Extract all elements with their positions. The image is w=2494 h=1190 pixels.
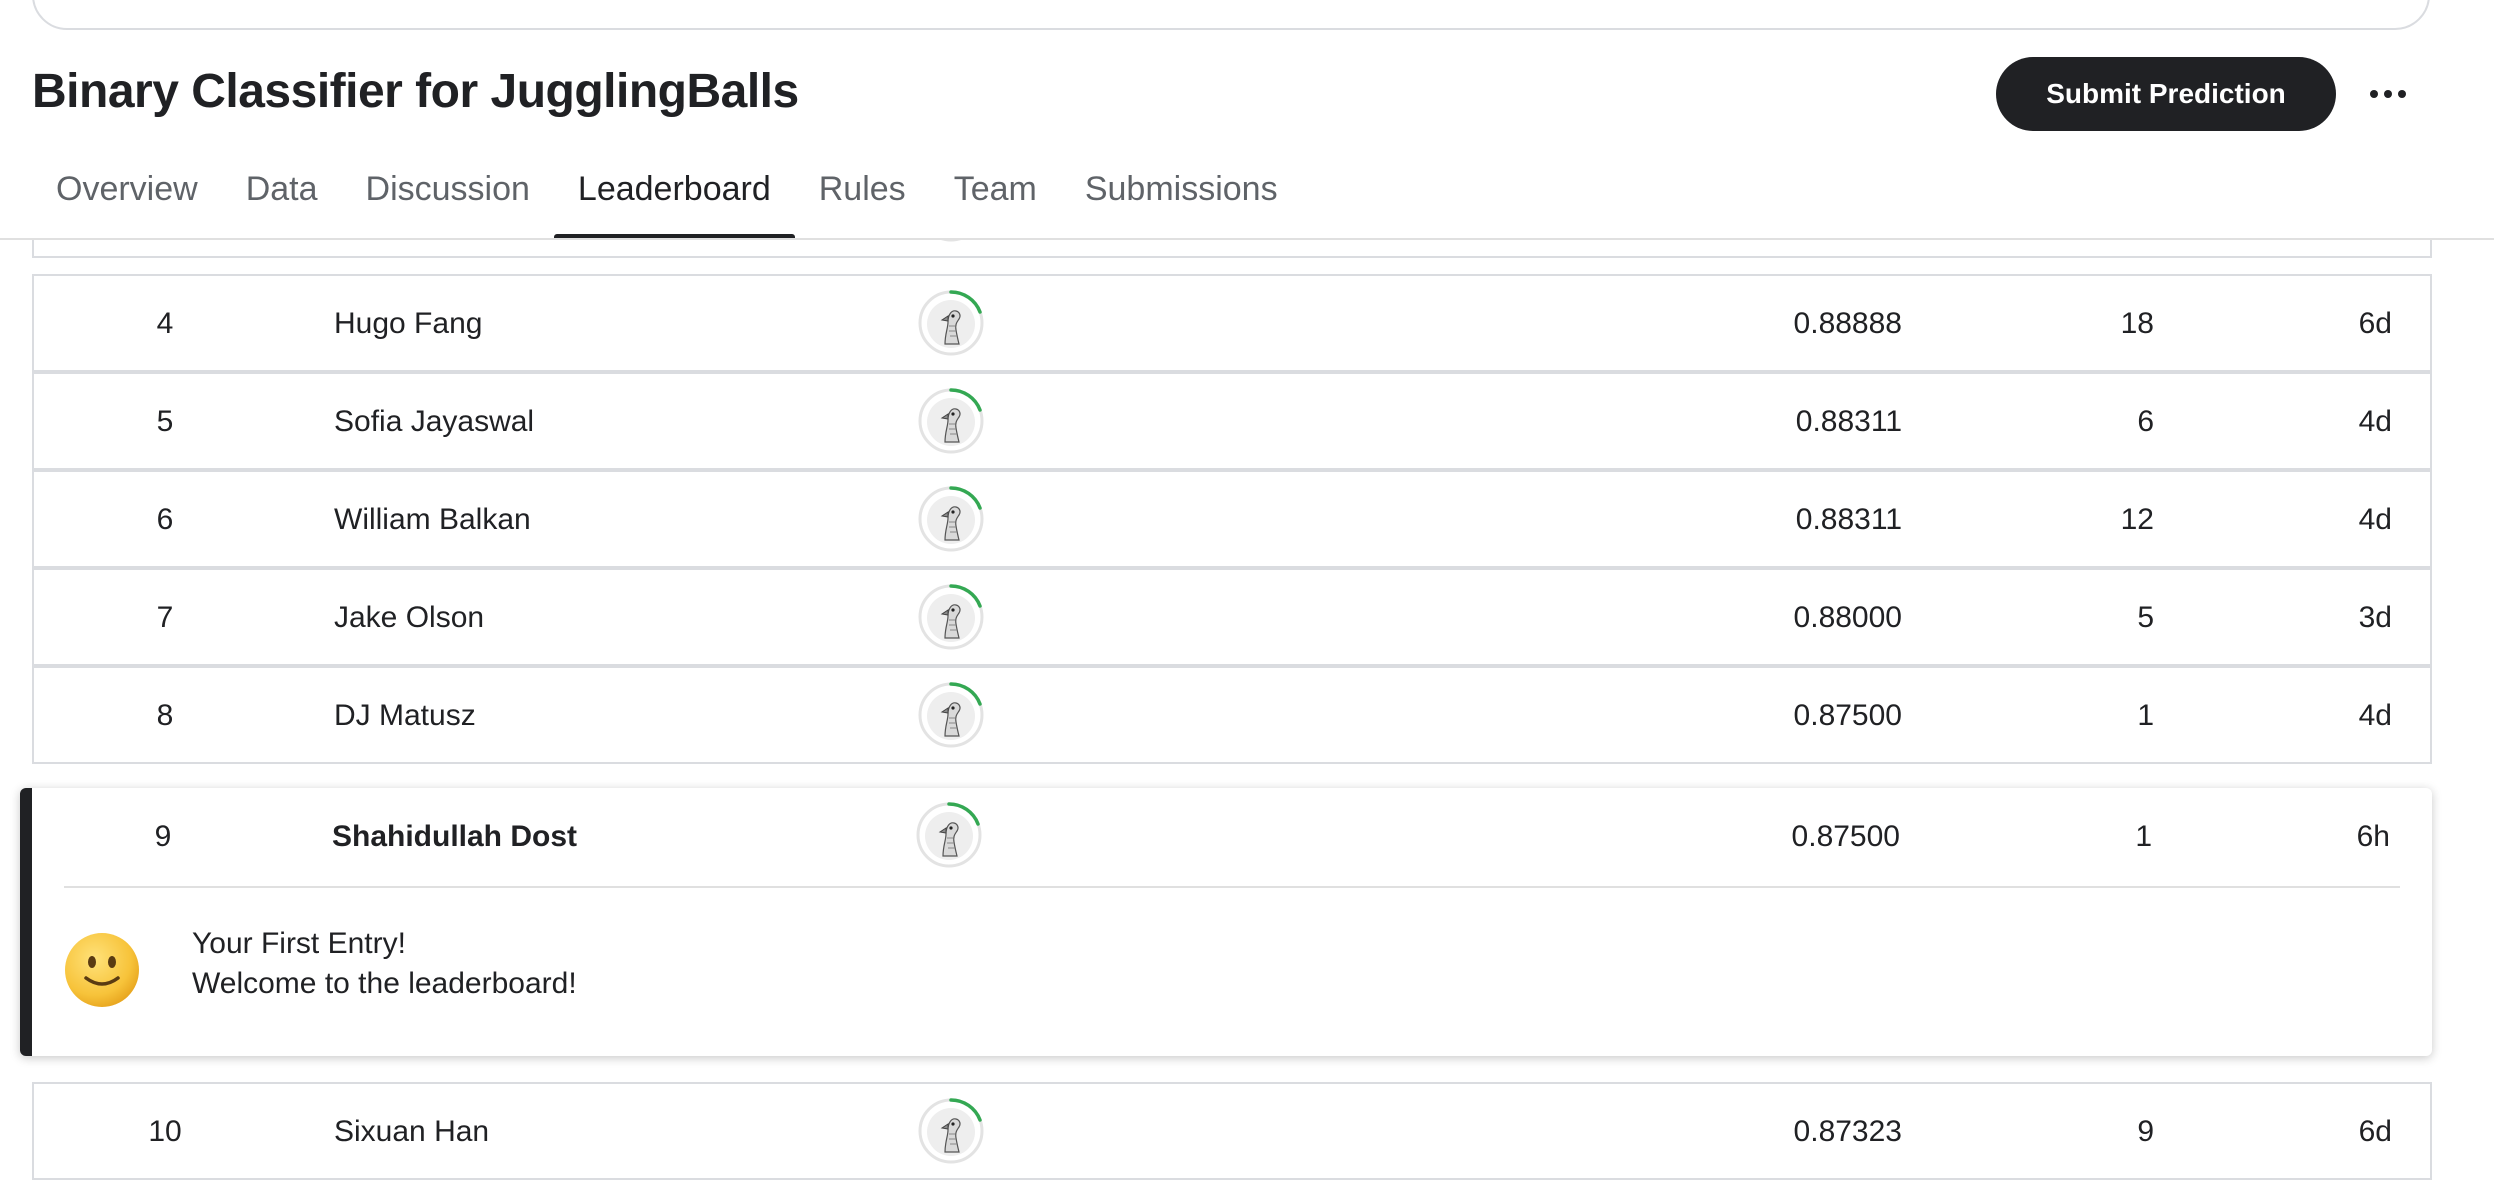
- my-entry-card: 9 Shahidullah Dost 0.87500 1 6h Your Fir…: [20, 788, 2432, 1056]
- table-row[interactable]: 6 William Balkan 0.88311 12 4d: [32, 470, 2432, 568]
- team-name-cell[interactable]: Hugo Fang: [334, 276, 482, 372]
- team-name-cell[interactable]: William Balkan: [334, 472, 531, 568]
- default-goose-avatar-icon: [918, 290, 984, 356]
- search-bar[interactable]: [32, 0, 2430, 30]
- rank-cell: 6: [156, 503, 174, 536]
- tab-discussion[interactable]: Discussion: [342, 160, 554, 240]
- welcome-title: Your First Entry!: [192, 927, 406, 960]
- team-name-cell[interactable]: Shahidullah Dost: [332, 788, 577, 886]
- page-header: Binary Classifier for JugglingBalls Subm…: [0, 0, 2494, 240]
- avatar[interactable]: [918, 1098, 986, 1166]
- page-title: Binary Classifier for JugglingBalls: [32, 65, 799, 118]
- rank-cell: 10: [148, 1115, 182, 1148]
- table-row[interactable]: 10 Sixuan Han 0.87323 9 6d: [32, 1082, 2432, 1180]
- table-row[interactable]: 5 Sofia Jayaswal 0.88311 6 4d: [32, 372, 2432, 470]
- more-options-icon[interactable]: [2360, 66, 2416, 122]
- entries-cell: 12: [2120, 503, 2154, 536]
- last-submission-cell: 6h: [2356, 820, 2390, 853]
- score-cell: 0.87500: [1791, 820, 1900, 853]
- rank-cell: 5: [156, 405, 174, 438]
- default-goose-avatar-icon: [918, 584, 984, 650]
- tab-data[interactable]: Data: [222, 160, 342, 240]
- entries-cell: 5: [2137, 601, 2154, 634]
- last-submission-cell: 4d: [2358, 699, 2392, 732]
- team-name-cell[interactable]: Jake Olson: [334, 570, 484, 666]
- tab-rules[interactable]: Rules: [795, 160, 930, 240]
- score-cell: 0.88000: [1793, 601, 1902, 634]
- avatar[interactable]: [918, 682, 986, 750]
- rank-cell: 9: [154, 820, 172, 853]
- entries-cell: 18: [2120, 307, 2154, 340]
- team-name-cell[interactable]: DJ Matusz: [334, 668, 476, 764]
- avatar[interactable]: [918, 388, 986, 456]
- avatar[interactable]: [918, 290, 986, 358]
- last-submission-cell: 4d: [2358, 405, 2392, 438]
- avatar[interactable]: [918, 584, 986, 652]
- tab-bar: Overview Data Discussion Leaderboard Rul…: [32, 160, 1302, 240]
- avatar[interactable]: [916, 802, 984, 870]
- last-submission-cell: 3d: [2358, 601, 2392, 634]
- tab-overview[interactable]: Overview: [32, 160, 222, 240]
- last-submission-cell: 4d: [2358, 503, 2392, 536]
- entries-cell: 1: [2137, 699, 2154, 732]
- my-entry-row[interactable]: 9 Shahidullah Dost 0.87500 1 6h: [32, 788, 2432, 886]
- divider: [64, 886, 2400, 888]
- last-submission-cell: 6d: [2358, 307, 2392, 340]
- score-cell: 0.88311: [1795, 405, 1902, 438]
- rank-cell: 7: [156, 601, 174, 634]
- score-cell: 0.88311: [1795, 503, 1902, 536]
- tab-team[interactable]: Team: [930, 160, 1061, 240]
- default-goose-avatar-icon: [918, 388, 984, 454]
- default-goose-avatar-icon: [918, 1098, 984, 1164]
- table-row[interactable]: 7 Jake Olson 0.88000 5 3d: [32, 568, 2432, 666]
- team-name-cell[interactable]: Sixuan Han: [334, 1084, 489, 1180]
- rank-cell: 8: [156, 699, 174, 732]
- score-cell: 0.88888: [1793, 307, 1902, 340]
- tab-leaderboard[interactable]: Leaderboard: [553, 160, 795, 240]
- score-cell: 0.87323: [1793, 1115, 1902, 1148]
- team-name-cell[interactable]: Sofia Jayaswal: [334, 374, 534, 470]
- score-cell: 0.87500: [1793, 699, 1902, 732]
- entries-cell: 9: [2137, 1115, 2154, 1148]
- smiley-face-icon: [64, 932, 140, 1008]
- default-goose-avatar-icon: [918, 486, 984, 552]
- welcome-message: Your First Entry! Welcome to the leaderb…: [192, 924, 577, 1004]
- table-row[interactable]: 4 Hugo Fang 0.88888 18 6d: [32, 274, 2432, 372]
- avatar[interactable]: [918, 486, 986, 554]
- entries-cell: 6: [2137, 405, 2154, 438]
- last-submission-cell: 6d: [2358, 1115, 2392, 1148]
- welcome-subtitle: Welcome to the leaderboard!: [192, 967, 577, 1000]
- default-goose-avatar-icon: [918, 682, 984, 748]
- default-goose-avatar-icon: [916, 802, 982, 868]
- tab-submissions[interactable]: Submissions: [1061, 160, 1302, 240]
- table-row[interactable]: 8 DJ Matusz 0.87500 1 4d: [32, 666, 2432, 764]
- entries-cell: 1: [2135, 820, 2152, 853]
- my-entry-accent-bar: [20, 788, 32, 1056]
- rank-cell: 4: [156, 307, 174, 340]
- submit-prediction-button[interactable]: Submit Prediction: [1996, 57, 2336, 131]
